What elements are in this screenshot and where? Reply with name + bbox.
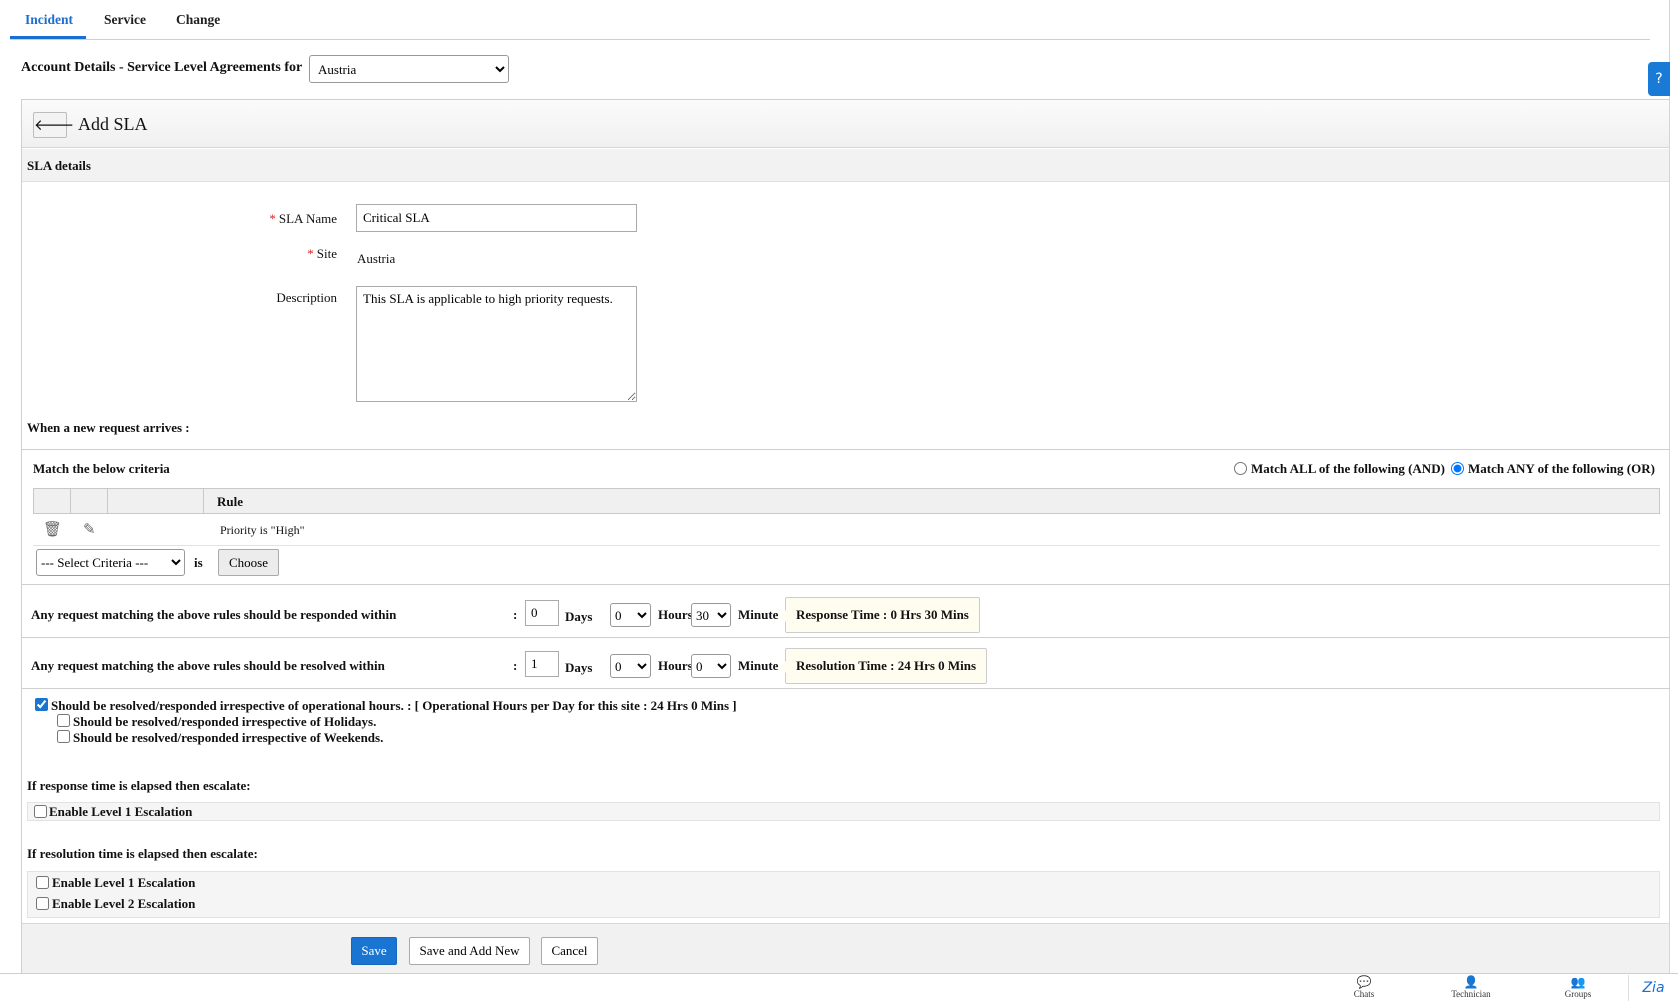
is-label: is xyxy=(194,555,203,570)
days-label: Days xyxy=(565,660,593,675)
section-header-sla-details: SLA details xyxy=(22,149,1669,182)
account-select[interactable]: Austria xyxy=(309,55,509,83)
sla-name-input[interactable] xyxy=(356,204,637,232)
resolution-level2-escalation-label: Enable Level 2 Escalation xyxy=(52,896,196,911)
column-header xyxy=(71,489,108,513)
new-request-heading: When a new request arrives : xyxy=(27,420,190,435)
site-label-text: Site xyxy=(316,246,337,261)
minutes-label: Minute xyxy=(738,658,779,673)
description-label: Description xyxy=(276,290,337,305)
irrespective-holidays-label: Should be resolved/responded irrespectiv… xyxy=(73,714,377,729)
vertical-scrollbar[interactable] xyxy=(1669,0,1670,980)
irrespective-operational-hours-checkbox[interactable] xyxy=(35,698,48,711)
arrow-left-icon: 🡐 xyxy=(34,116,75,134)
column-header xyxy=(34,489,71,513)
trash-icon[interactable]: 🗑 xyxy=(43,520,62,538)
site-label: * Site xyxy=(217,246,337,262)
column-header xyxy=(108,489,204,513)
panel-header: 🡐 Add SLA xyxy=(22,100,1669,148)
divider xyxy=(22,637,1670,638)
colon: : xyxy=(513,607,518,622)
resolution-level1-escalation-label: Enable Level 1 Escalation xyxy=(52,875,196,890)
technician-label: Technician xyxy=(1451,989,1491,999)
save-and-add-new-button[interactable]: Save and Add New xyxy=(409,937,530,965)
choose-button[interactable]: Choose xyxy=(218,549,279,576)
divider xyxy=(22,449,1670,450)
hours-label: Hours xyxy=(658,607,693,622)
tab-incident[interactable]: Incident xyxy=(25,12,73,28)
irrespective-weekends-label: Should be resolved/responded irrespectiv… xyxy=(73,730,384,745)
site-value: Austria xyxy=(357,251,396,266)
add-sla-panel: 🡐 Add SLA SLA details *SLA Name *Site Au… xyxy=(21,99,1670,976)
response-level1-escalation-checkbox[interactable] xyxy=(34,805,47,818)
irrespective-holidays-checkbox[interactable] xyxy=(57,714,70,727)
resolution-time-summary: Resolution Time : 24 Hrs 0 Mins xyxy=(778,648,988,684)
response-minutes-select[interactable]: 30 xyxy=(691,603,731,627)
groups-icon: 👥 xyxy=(1570,975,1586,989)
colon: : xyxy=(513,658,518,673)
minutes-label: Minute xyxy=(738,607,779,622)
account-details-label: Account Details - Service Level Agreemen… xyxy=(21,60,303,75)
divider xyxy=(22,688,1670,689)
resolution-escalation-heading: If resolution time is elapsed then escal… xyxy=(27,846,258,861)
resolution-hours-select[interactable]: 0 xyxy=(610,654,651,678)
form-actions-bar: Save Save and Add New Cancel xyxy=(22,923,1669,976)
chats-button[interactable]: 💬 Chats xyxy=(1334,975,1394,1000)
cancel-button[interactable]: Cancel xyxy=(541,937,598,965)
criteria-table-header: Rule xyxy=(33,488,1660,514)
bottom-toolbar: 💬 Chats 👤 Technician 👥 Groups xyxy=(0,973,1678,1001)
irrespective-operational-hours-label: Should be resolved/responded irrespectiv… xyxy=(51,698,737,713)
response-time-summary: Response Time : 0 Hrs 30 Mins xyxy=(779,597,980,633)
response-days-input[interactable] xyxy=(525,600,559,626)
rule-text: Priority is "High" xyxy=(220,523,305,537)
table-row: 🗑 ✎ Priority is "High" xyxy=(33,515,1660,546)
match-criteria-label: Match the below criteria xyxy=(33,461,170,476)
required-marker: * xyxy=(269,211,276,226)
chat-icon: 💬 xyxy=(1356,975,1372,989)
sla-name-label: * SLA Name xyxy=(217,211,337,227)
irrespective-weekends-checkbox[interactable] xyxy=(57,730,70,743)
response-escalation-heading: If response time is elapsed then escalat… xyxy=(27,778,251,793)
tab-service[interactable]: Service xyxy=(104,12,146,28)
divider xyxy=(22,584,1670,585)
module-tabs: Incident Service Change xyxy=(10,0,1650,40)
groups-button[interactable]: 👥 Groups xyxy=(1548,975,1608,1000)
response-hours-select[interactable]: 0 xyxy=(610,603,651,627)
column-header-rule: Rule xyxy=(217,494,243,509)
user-icon: 👤 xyxy=(1463,975,1479,989)
response-level1-escalation-label: Enable Level 1 Escalation xyxy=(49,804,193,819)
resolution-level1-escalation-checkbox[interactable] xyxy=(36,876,49,889)
tab-change[interactable]: Change xyxy=(176,12,220,28)
resolved-within-label: Any request matching the above rules sho… xyxy=(31,658,385,673)
help-icon[interactable]: ? xyxy=(1648,62,1670,96)
technician-button[interactable]: 👤 Technician xyxy=(1441,975,1501,1000)
chats-label: Chats xyxy=(1353,989,1375,999)
description-textarea[interactable]: This SLA is applicable to high priority … xyxy=(356,286,637,402)
match-all-radio[interactable] xyxy=(1234,462,1247,475)
hours-label: Hours xyxy=(658,658,693,673)
days-label: Days xyxy=(565,609,593,624)
resolution-level2-escalation-checkbox[interactable] xyxy=(36,897,49,910)
resolution-minutes-select[interactable]: 0 xyxy=(691,654,731,678)
match-any-label: Match ANY of the following (OR) xyxy=(1468,461,1655,476)
page-title: Add SLA xyxy=(78,114,148,134)
back-button[interactable]: 🡐 xyxy=(33,112,74,138)
select-criteria-dropdown[interactable]: --- Select Criteria --- xyxy=(36,549,185,576)
groups-label: Groups xyxy=(1564,989,1592,999)
response-within-label: Any request matching the above rules sho… xyxy=(31,607,397,622)
active-tab-indicator xyxy=(10,36,86,39)
resolution-days-input[interactable] xyxy=(525,651,559,677)
response-escalation-box: Enable Level 1 Escalation xyxy=(27,802,1660,821)
zia-icon[interactable]: Zia xyxy=(1628,975,1678,1001)
match-any-radio[interactable] xyxy=(1451,462,1464,475)
required-marker: * xyxy=(307,246,314,261)
match-all-label: Match ALL of the following (AND) xyxy=(1251,461,1445,476)
save-button[interactable]: Save xyxy=(351,937,397,965)
pencil-icon[interactable]: ✎ xyxy=(83,520,96,538)
sla-name-label-text: SLA Name xyxy=(278,211,337,226)
resolution-escalation-box: Enable Level 1 Escalation Enable Level 2… xyxy=(27,871,1660,918)
